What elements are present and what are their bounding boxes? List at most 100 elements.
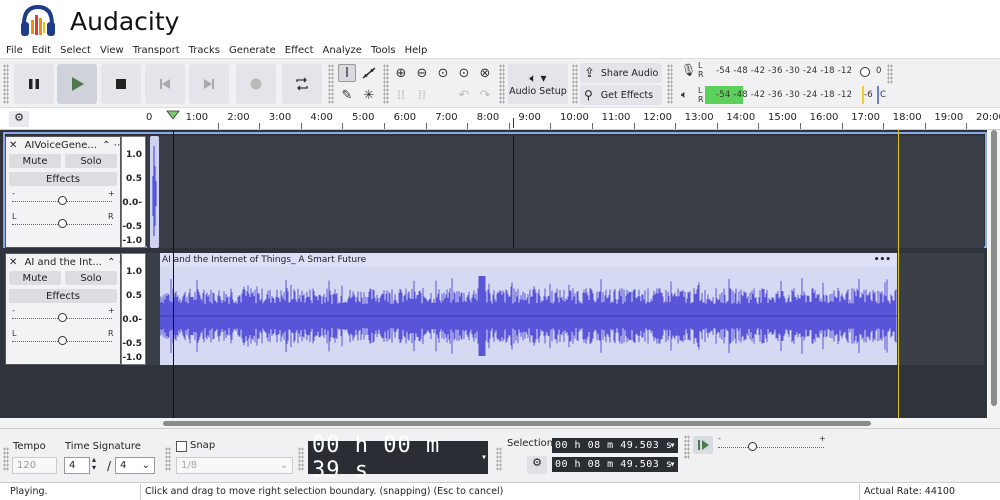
scrollbar-thumb[interactable] <box>991 130 997 406</box>
menu-generate[interactable]: Generate <box>229 45 276 56</box>
track-2-vertical-scale[interactable]: 1.0 0.5 0.0- -0.5 -1.0 <box>121 253 146 365</box>
toolbar-grip[interactable] <box>165 447 171 471</box>
track-1-solo-button[interactable]: Solo <box>65 154 117 168</box>
envelope-tool-button[interactable] <box>360 64 378 82</box>
toolbar-grip[interactable] <box>383 64 389 104</box>
play-at-speed-button[interactable] <box>693 436 713 454</box>
menu-view[interactable]: View <box>100 45 124 56</box>
time-signature-denominator[interactable]: 4 ⌄ <box>115 457 155 474</box>
silence-button[interactable]: ⁞⁞ <box>413 86 431 104</box>
menu-transport[interactable]: Transport <box>133 45 180 56</box>
play-button[interactable] <box>57 64 97 104</box>
redo-button[interactable]: ↷ <box>476 86 494 104</box>
toolbar-grip[interactable] <box>887 64 893 84</box>
track-2-clip-header[interactable]: AI and the Internet of Things_ A Smart F… <box>160 253 897 267</box>
track-2-clip[interactable]: AI and the Internet of Things_ A Smart F… <box>160 253 897 365</box>
menu-select[interactable]: Select <box>60 45 91 56</box>
close-icon[interactable]: ✕ <box>9 257 17 268</box>
toolbar-grip[interactable] <box>684 435 690 459</box>
track-2-name[interactable]: AI and the Int... <box>25 257 102 268</box>
snap-select[interactable]: 1/8 ⌄ <box>176 457 293 474</box>
selection-settings-button[interactable]: ⚙ <box>527 456 547 474</box>
track-2-mute-button[interactable]: Mute <box>9 271 61 285</box>
multi-tool-button[interactable]: ✳ <box>360 86 378 104</box>
record-button[interactable] <box>236 64 276 104</box>
toolbar-grip[interactable] <box>499 64 505 104</box>
menu-help[interactable]: Help <box>405 45 428 56</box>
zoom-toggle-button[interactable]: ⊗ <box>476 64 494 82</box>
toolbar-grip[interactable] <box>298 447 304 471</box>
tracks-horizontal-scrollbar[interactable] <box>0 418 1000 428</box>
selection-end-display[interactable]: 00 h 08 m 49.503 s ▾ <box>552 457 678 472</box>
draw-tool-button[interactable]: ✎ <box>338 86 356 104</box>
track-1-name[interactable]: AIVoiceGene... <box>25 140 97 151</box>
toolbar-grip[interactable] <box>572 64 578 104</box>
playback-speed-knob[interactable] <box>748 442 757 451</box>
track-2-effects-button[interactable]: Effects <box>9 289 117 303</box>
share-audio-button[interactable]: ⇪ Share Audio <box>580 63 662 83</box>
track-2-clip-title[interactable]: AI and the Internet of Things_ A Smart F… <box>162 255 366 265</box>
skip-to-start-button[interactable] <box>145 64 185 104</box>
selection-end-line[interactable] <box>898 130 899 418</box>
undo-button[interactable]: ↶ <box>455 86 473 104</box>
toolbar-grip[interactable] <box>496 447 502 471</box>
menu-edit[interactable]: Edit <box>32 45 51 56</box>
loop-button[interactable] <box>282 64 322 104</box>
get-effects-button[interactable]: ⚲ Get Effects <box>580 85 662 105</box>
clip-menu-icon[interactable]: ••• <box>874 253 891 267</box>
menu-tracks[interactable]: Tracks <box>189 45 220 56</box>
stepper-arrows-icon[interactable]: ▴ ▾ <box>92 456 96 472</box>
menu-effect[interactable]: Effect <box>285 45 314 56</box>
playback-speed-slider[interactable] <box>718 447 824 448</box>
collapse-icon[interactable]: ⌃ <box>107 257 115 268</box>
track-2-pan-knob[interactable] <box>58 336 67 345</box>
track-2-solo-button[interactable]: Solo <box>65 271 117 285</box>
toolbar-grip[interactable] <box>3 64 9 104</box>
track-2-gain-knob[interactable] <box>58 313 67 322</box>
track-1-mute-button[interactable]: Mute <box>9 154 61 168</box>
hscroll-thumb[interactable] <box>163 421 871 426</box>
time-signature-numerator[interactable]: 4 <box>64 457 90 474</box>
zoom-in-button[interactable]: ⊕ <box>392 64 410 82</box>
track-1-clip[interactable] <box>150 136 159 248</box>
menu-analyze[interactable]: Analyze <box>323 45 362 56</box>
stop-button[interactable] <box>101 64 141 104</box>
zoom-out-button[interactable]: ⊖ <box>413 64 431 82</box>
selection-start-display[interactable]: 00 h 08 m 49.503 s ▾ <box>552 438 678 453</box>
dropdown-arrow-icon[interactable]: ▾ <box>481 452 488 463</box>
speaker-icon[interactable]: 🔈︎ <box>681 88 688 102</box>
timeline-ruler[interactable]: ⚙ 0 1:00 2:00 3:00 4:00 5:00 6:00 7:00 8:00 9:00 1… <box>0 108 1000 130</box>
tracks-area[interactable]: ✕ AIVoiceGene... ⌃ ⋯ Mute Solo Effects -… <box>0 130 987 418</box>
microphone-icon[interactable]: 🎙︎ <box>681 63 696 77</box>
toolbar-grip[interactable] <box>667 64 673 104</box>
toolbar-grip[interactable] <box>3 447 9 471</box>
track-1-vertical-scale[interactable]: 1.0 0.5 0.0- -0.5 -1.0 <box>121 136 146 248</box>
track-1-lane[interactable] <box>147 136 984 248</box>
track-2-name-row[interactable]: ✕ AI and the Int... ⌃ ⋯ <box>9 257 129 268</box>
pause-button[interactable] <box>14 64 54 104</box>
play-head-marker-icon[interactable] <box>166 110 180 120</box>
audio-setup-button[interactable]: 🔈︎ ▾ Audio Setup <box>508 64 568 104</box>
trim-button[interactable]: ⁞⁞ <box>392 86 410 104</box>
tempo-input[interactable]: 120 <box>12 457 57 474</box>
skip-to-end-button[interactable] <box>189 64 229 104</box>
tracks-vertical-scrollbar[interactable] <box>988 130 1000 418</box>
collapse-icon[interactable]: ⌃ <box>102 140 110 151</box>
fit-selection-button[interactable]: ⊙ <box>434 64 452 82</box>
timeline-settings-button[interactable]: ⚙ <box>9 111 29 127</box>
track-1-gain-knob[interactable] <box>58 196 67 205</box>
record-meter-slider-knob[interactable] <box>859 66 871 78</box>
menu-file[interactable]: File <box>6 45 23 56</box>
menu-tools[interactable]: Tools <box>371 45 396 56</box>
play-slider-marker[interactable] <box>877 86 879 104</box>
close-icon[interactable]: ✕ <box>9 140 17 151</box>
track-2-lane[interactable]: AI and the Internet of Things_ A Smart F… <box>147 253 984 365</box>
time-display[interactable]: 00 h 00 m 39 s ▾ <box>308 433 488 483</box>
toolbar-grip[interactable] <box>328 64 334 104</box>
track-1-name-row[interactable]: ✕ AIVoiceGene... ⌃ ⋯ <box>9 140 124 151</box>
fit-project-button[interactable]: ⊙ <box>455 64 473 82</box>
track-1-pan-knob[interactable] <box>58 219 67 228</box>
selection-tool-button[interactable]: I <box>338 64 356 82</box>
track-1-effects-button[interactable]: Effects <box>9 172 117 186</box>
snap-checkbox[interactable] <box>176 441 187 452</box>
